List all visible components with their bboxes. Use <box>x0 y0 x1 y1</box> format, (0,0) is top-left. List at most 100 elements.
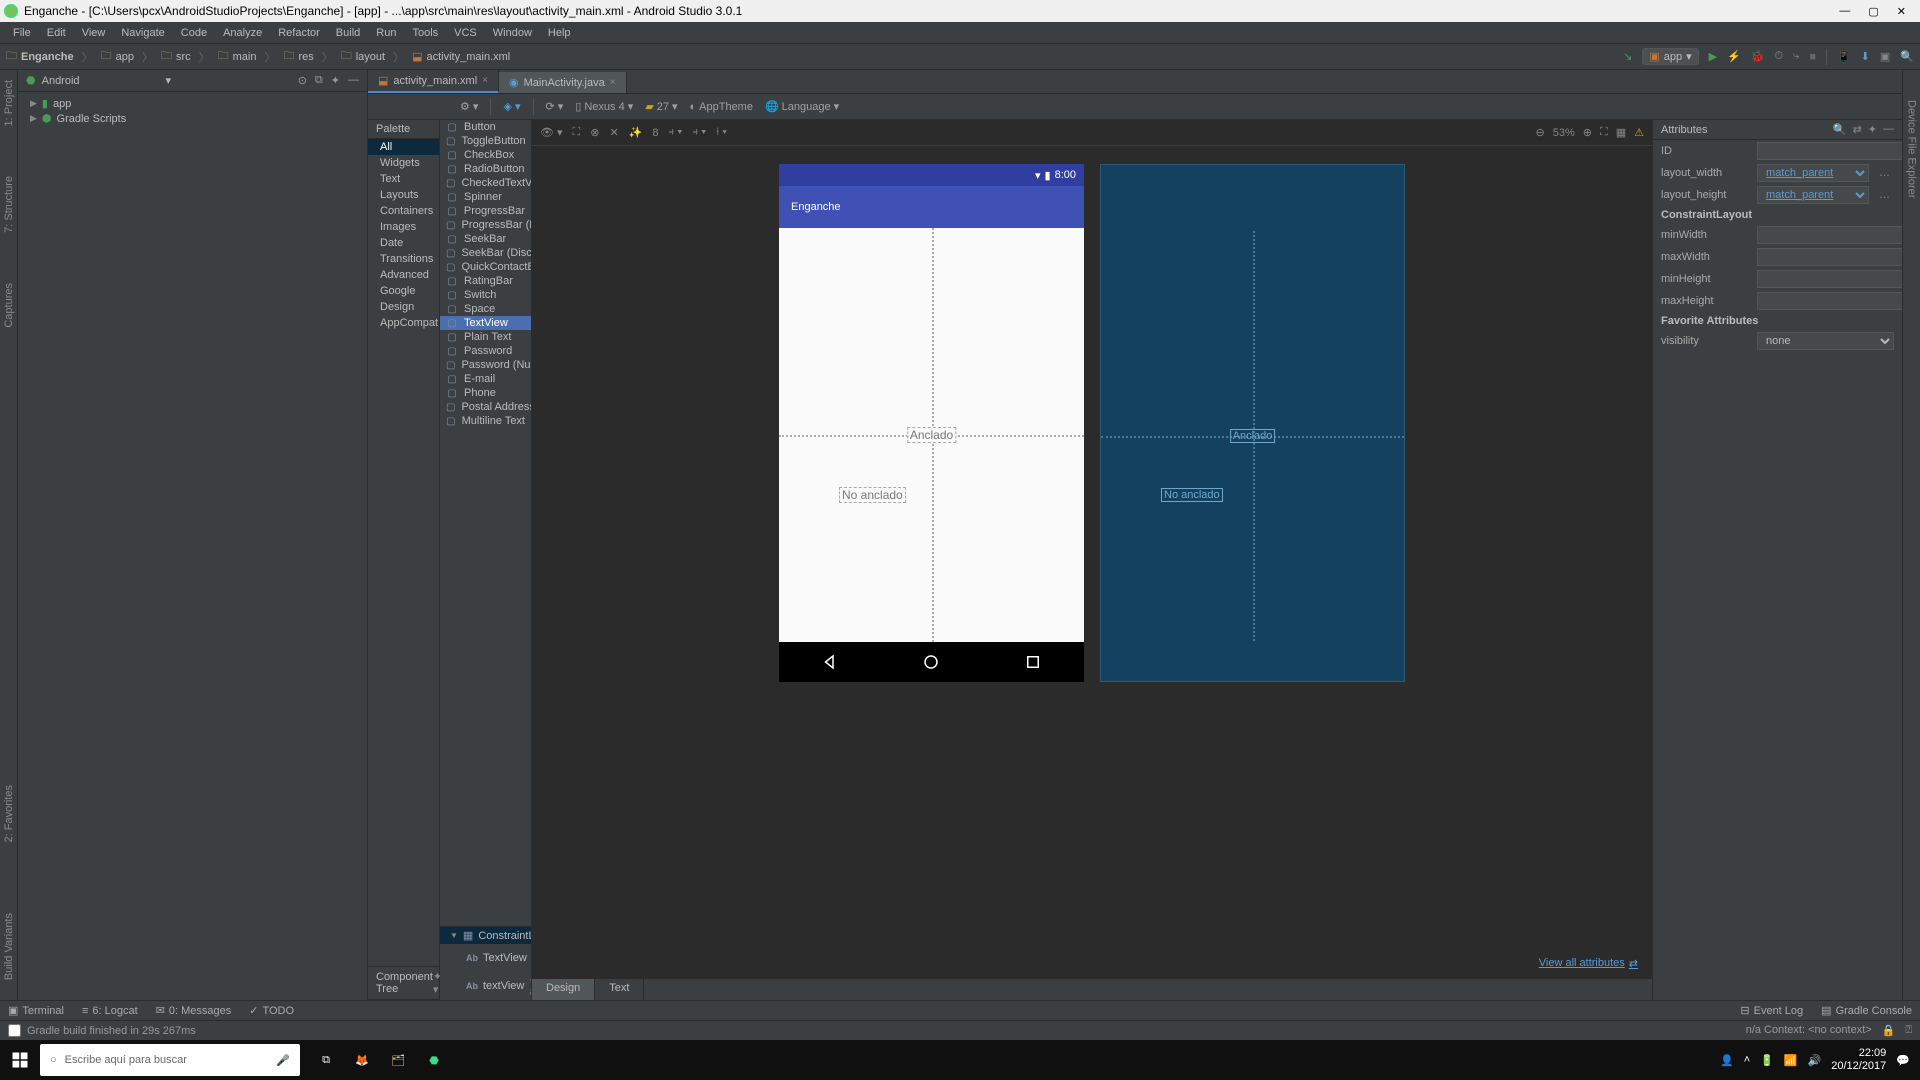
crumb-project[interactable]: Enganche <box>21 51 74 63</box>
palette-widget[interactable]: ▢ProgressBar <box>440 204 531 218</box>
task-view-button[interactable]: ⧉ <box>308 1040 344 1080</box>
hide-icon[interactable]: — <box>348 74 359 87</box>
tree-node-gradle[interactable]: ▶ ⬢ Gradle Scripts <box>18 111 367 126</box>
more-icon[interactable]: … <box>1875 167 1894 179</box>
blueprint-textview-noanclado[interactable]: No anclado <box>1161 488 1223 502</box>
maximize-button[interactable]: ▢ <box>1868 5 1878 18</box>
infer-constraints-icon[interactable]: ✨ <box>629 126 643 139</box>
collapse-all-icon[interactable]: ⧉ <box>315 74 323 87</box>
palette-category-widgets[interactable]: Widgets <box>368 155 439 171</box>
orientation-icon[interactable]: ⟳ ▾ <box>546 100 564 113</box>
autoconnect-icon[interactable]: ⊗ <box>590 126 599 139</box>
gear-icon[interactable]: ✦ <box>331 74 340 87</box>
menu-view[interactable]: View <box>75 25 113 41</box>
pan-mode-icon[interactable]: ⛶ <box>573 126 581 139</box>
attr-width-select[interactable]: match_parent <box>1757 164 1869 182</box>
palette-widget[interactable]: ▢Password (Numeric) <box>440 358 531 372</box>
search-everywhere-icon[interactable]: 🔍 <box>1900 50 1914 63</box>
blueprint-preview[interactable]: Anclado No anclado <box>1100 164 1405 682</box>
close-icon[interactable]: × <box>610 77 616 88</box>
profile-button[interactable]: ⏱ <box>1775 50 1784 63</box>
component-tree[interactable]: ▼ ▦ ConstraintLayout Ab TextView - "Ancl… <box>440 926 531 1000</box>
tool-event-log[interactable]: ⊟Event Log <box>1740 1004 1803 1017</box>
menu-analyze[interactable]: Analyze <box>216 25 269 41</box>
crumb-app[interactable]: app <box>116 51 134 63</box>
attr-minh-input[interactable] <box>1757 270 1909 288</box>
api-selector[interactable]: ▰ 27 ▾ <box>645 100 677 113</box>
crumb-src[interactable]: src <box>176 51 191 63</box>
crumb-file[interactable]: activity_main.xml <box>427 51 511 63</box>
device-selector[interactable]: ▯ Nexus 4 ▾ <box>575 100 633 113</box>
palette-widget[interactable]: ▢Multiline Text <box>440 414 531 428</box>
tray-battery-icon[interactable]: 🔋 <box>1760 1054 1774 1067</box>
menu-help[interactable]: Help <box>541 25 578 41</box>
project-tree[interactable]: ▶ ▮ app ▶ ⬢ Gradle Scripts <box>18 92 367 130</box>
menu-edit[interactable]: Edit <box>40 25 73 41</box>
select-mode-icon[interactable]: 👁 ▾ <box>540 126 563 139</box>
gear-icon[interactable]: ⚙ ▾ <box>460 100 478 113</box>
tab-text[interactable]: Text <box>595 979 644 1000</box>
palette-widget[interactable]: ▢Postal Address <box>440 400 531 414</box>
menu-refactor[interactable]: Refactor <box>271 25 327 41</box>
taskbar-android-studio[interactable]: ⬣ <box>416 1040 452 1080</box>
hide-icon[interactable]: — <box>1883 123 1894 136</box>
menu-file[interactable]: File <box>6 25 38 41</box>
menu-window[interactable]: Window <box>486 25 539 41</box>
palette-widget[interactable]: ▢ProgressBar (Horizontal) <box>440 218 531 232</box>
tree-root-constraintlayout[interactable]: ▼ ▦ ConstraintLayout <box>440 927 531 944</box>
palette-widget[interactable]: ▢Space <box>440 302 531 316</box>
palette-category-google[interactable]: Google <box>368 283 439 299</box>
taskbar-clock[interactable]: 22:09 20/12/2017 <box>1831 1047 1886 1073</box>
preview-textview-noanclado[interactable]: No anclado <box>839 487 906 503</box>
avd-manager-icon[interactable]: 📱 <box>1837 50 1851 63</box>
tree-child-textview-1[interactable]: Ab TextView - "Anclado" ⚠ <box>440 944 531 972</box>
sdk-manager-icon[interactable]: ⬇ <box>1861 50 1870 63</box>
palette-category-appcompat[interactable]: AppCompat <box>368 315 439 331</box>
crumb-main[interactable]: main <box>233 51 257 63</box>
project-view-selector[interactable]: ⬣ Android ▾ <box>26 74 171 87</box>
palette-widget[interactable]: ▢CheckedTextView <box>440 176 531 190</box>
tool-favorites[interactable]: 2: Favorites <box>3 785 15 842</box>
tool-device-explorer[interactable]: Device File Explorer <box>1906 100 1918 198</box>
status-checkbox[interactable] <box>8 1024 21 1037</box>
guideline-icon[interactable]: ⟊ ▾ <box>716 126 727 139</box>
more-icon[interactable]: … <box>1875 189 1894 201</box>
gear-icon[interactable]: ✦ <box>1868 123 1877 136</box>
palette-widget[interactable]: ▢RatingBar <box>440 274 531 288</box>
search-icon[interactable]: 🔍 <box>1833 123 1847 136</box>
palette-widget[interactable]: ▢Password <box>440 344 531 358</box>
clear-constraints-icon[interactable]: ✕ <box>609 126 618 139</box>
hector-icon[interactable]: ⍰ <box>1905 1024 1912 1037</box>
menu-run[interactable]: Run <box>369 25 403 41</box>
warnings-icon[interactable]: ⚠ <box>1634 126 1644 139</box>
pan-icon[interactable]: ▦ <box>1616 126 1626 139</box>
zoom-fit-button[interactable]: ⛶ <box>1600 126 1608 139</box>
mic-icon[interactable]: 🎤 <box>276 1054 290 1067</box>
tab-mainactivity-java[interactable]: ◉ MainActivity.java × <box>499 72 627 93</box>
tool-structure[interactable]: 7: Structure <box>3 176 15 233</box>
taskbar-firefox[interactable]: 🦊 <box>344 1040 380 1080</box>
scroll-from-source-icon[interactable]: ⊙ <box>298 74 307 87</box>
run-config-selector[interactable]: ▣ app ▾ <box>1642 48 1698 65</box>
palette-widget[interactable]: ▢Switch <box>440 288 531 302</box>
crumb-res[interactable]: res <box>298 51 313 63</box>
palette-category-date[interactable]: Date <box>368 235 439 251</box>
palette-widget[interactable]: ▢Plain Text <box>440 330 531 344</box>
palette-category-all[interactable]: All <box>368 139 439 155</box>
tool-project[interactable]: 1: Project <box>3 80 15 126</box>
tool-messages[interactable]: ✉0: Messages <box>156 1004 232 1017</box>
run-button[interactable]: ▶ <box>1709 50 1717 63</box>
menu-build[interactable]: Build <box>329 25 367 41</box>
zoom-in-button[interactable]: ⊕ <box>1583 126 1592 139</box>
attr-height-select[interactable]: match_parent <box>1757 186 1869 204</box>
menu-vcs[interactable]: VCS <box>447 25 484 41</box>
attach-debugger-icon[interactable]: ⤷ <box>1793 50 1799 63</box>
tool-build-variants[interactable]: Build Variants <box>3 913 15 980</box>
tree-child-textview-2[interactable]: Ab textView - "No anclado" ! <box>440 972 531 1000</box>
palette-widget[interactable]: ▢QuickContactBadge <box>440 260 531 274</box>
notifications-icon[interactable]: 💬 <box>1896 1054 1910 1067</box>
tray-up-icon[interactable]: ˄ <box>1744 1054 1750 1066</box>
tool-logcat[interactable]: ≡6: Logcat <box>82 1005 138 1017</box>
swap-icon[interactable]: ⇄ <box>1853 123 1862 136</box>
attr-visibility-select[interactable]: none <box>1757 332 1894 350</box>
